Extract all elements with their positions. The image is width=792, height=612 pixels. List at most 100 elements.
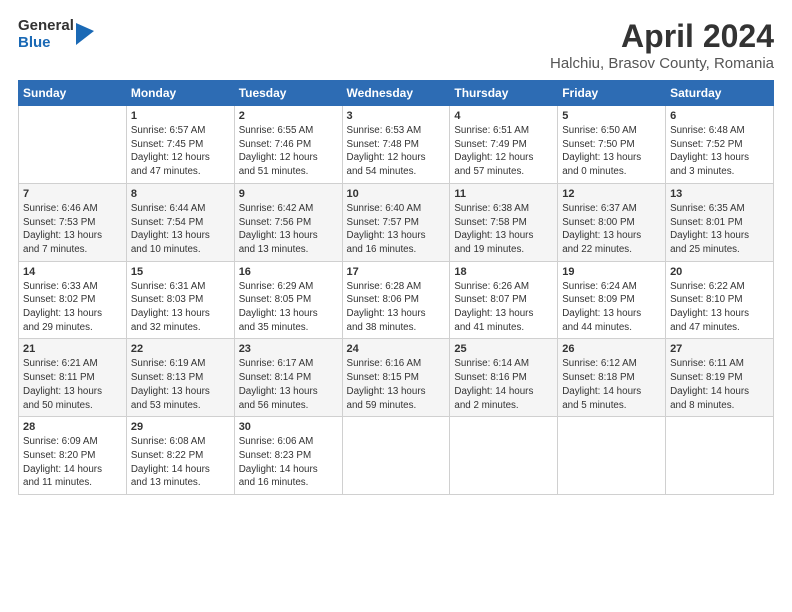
header-cell-tuesday: Tuesday — [234, 81, 342, 106]
day-number: 4 — [454, 110, 553, 122]
day-info: Sunrise: 6:11 AM Sunset: 8:19 PM Dayligh… — [670, 357, 769, 412]
calendar-cell: 26 Sunrise: 6:12 AM Sunset: 8:18 PM Dayli… — [558, 339, 666, 417]
day-number: 22 — [131, 343, 230, 355]
calendar-week-4: 21 Sunrise: 6:21 AM Sunset: 8:11 PM Dayli… — [19, 339, 774, 417]
calendar-cell: 6 Sunrise: 6:48 AM Sunset: 7:52 PM Daylig… — [666, 106, 774, 184]
header-cell-friday: Friday — [558, 81, 666, 106]
calendar-cell: 17Sunrise: 6:28 AM Sunset: 8:06 PM Dayli… — [342, 261, 450, 339]
day-info: Sunrise: 6:22 AM Sunset: 8:10 PM Dayligh… — [670, 280, 769, 335]
calendar-cell: 4 Sunrise: 6:51 AM Sunset: 7:49 PM Daylig… — [450, 106, 558, 184]
logo-text: General Blue — [18, 18, 74, 51]
day-info: Sunrise: 6:50 AM Sunset: 7:50 PM Dayligh… — [562, 124, 661, 179]
day-number: 19 — [562, 266, 661, 278]
calendar-cell — [342, 417, 450, 495]
day-info: Sunrise: 6:51 AM Sunset: 7:49 PM Dayligh… — [454, 124, 553, 179]
day-info: Sunrise: 6:19 AM Sunset: 8:13 PM Dayligh… — [131, 357, 230, 412]
day-info: Sunrise: 6:38 AM Sunset: 7:58 PM Dayligh… — [454, 202, 553, 257]
day-info: Sunrise: 6:12 AM Sunset: 8:18 PM Dayligh… — [562, 357, 661, 412]
day-number: 5 — [562, 110, 661, 122]
header-cell-monday: Monday — [126, 81, 234, 106]
day-number: 7 — [23, 188, 122, 200]
day-info: Sunrise: 6:16 AM Sunset: 8:15 PM Dayligh… — [347, 357, 446, 412]
header-cell-thursday: Thursday — [450, 81, 558, 106]
day-info: Sunrise: 6:33 AM Sunset: 8:02 PM Dayligh… — [23, 280, 122, 335]
day-info: Sunrise: 6:42 AM Sunset: 7:56 PM Dayligh… — [239, 202, 338, 257]
calendar-cell: 25 Sunrise: 6:14 AM Sunset: 8:16 PM Dayli… — [450, 339, 558, 417]
day-info: Sunrise: 6:21 AM Sunset: 8:11 PM Dayligh… — [23, 357, 122, 412]
calendar-cell: 8 Sunrise: 6:44 AM Sunset: 7:54 PM Daylig… — [126, 183, 234, 261]
day-info: Sunrise: 6:44 AM Sunset: 7:54 PM Dayligh… — [131, 202, 230, 257]
day-number: 3 — [347, 110, 446, 122]
day-number: 26 — [562, 343, 661, 355]
day-info: Sunrise: 6:08 AM Sunset: 8:22 PM Dayligh… — [131, 435, 230, 490]
day-info: Sunrise: 6:40 AM Sunset: 7:57 PM Dayligh… — [347, 202, 446, 257]
logo-line1: General — [18, 18, 74, 35]
calendar-body: 1Sunrise: 6:57 AM Sunset: 7:45 PM Daylig… — [19, 106, 774, 495]
calendar-cell: 11 Sunrise: 6:38 AM Sunset: 7:58 PM Dayli… — [450, 183, 558, 261]
day-number: 24 — [347, 343, 446, 355]
day-number: 8 — [131, 188, 230, 200]
day-number: 17 — [347, 266, 446, 278]
day-number: 6 — [670, 110, 769, 122]
day-info: Sunrise: 6:06 AM Sunset: 8:23 PM Dayligh… — [239, 435, 338, 490]
calendar-cell: 24 Sunrise: 6:16 AM Sunset: 8:15 PM Dayli… — [342, 339, 450, 417]
logo-icon — [76, 23, 94, 45]
calendar-cell — [19, 106, 127, 184]
day-number: 18 — [454, 266, 553, 278]
day-number: 23 — [239, 343, 338, 355]
day-number: 9 — [239, 188, 338, 200]
day-info: Sunrise: 6:48 AM Sunset: 7:52 PM Dayligh… — [670, 124, 769, 179]
day-number: 30 — [239, 421, 338, 433]
day-number: 12 — [562, 188, 661, 200]
day-number: 13 — [670, 188, 769, 200]
calendar-cell: 16Sunrise: 6:29 AM Sunset: 8:05 PM Dayli… — [234, 261, 342, 339]
day-info: Sunrise: 6:17 AM Sunset: 8:14 PM Dayligh… — [239, 357, 338, 412]
calendar-cell: 19 Sunrise: 6:24 AM Sunset: 8:09 PM Dayli… — [558, 261, 666, 339]
day-number: 11 — [454, 188, 553, 200]
calendar-cell: 20 Sunrise: 6:22 AM Sunset: 8:10 PM Dayli… — [666, 261, 774, 339]
day-info: Sunrise: 6:37 AM Sunset: 8:00 PM Dayligh… — [562, 202, 661, 257]
calendar-week-2: 7 Sunrise: 6:46 AM Sunset: 7:53 PM Daylig… — [19, 183, 774, 261]
header-cell-wednesday: Wednesday — [342, 81, 450, 106]
header-row: SundayMondayTuesdayWednesdayThursdayFrid… — [19, 81, 774, 106]
day-info: Sunrise: 6:24 AM Sunset: 8:09 PM Dayligh… — [562, 280, 661, 335]
calendar-cell: 9 Sunrise: 6:42 AM Sunset: 7:56 PM Daylig… — [234, 183, 342, 261]
day-number: 2 — [239, 110, 338, 122]
day-info: Sunrise: 6:55 AM Sunset: 7:46 PM Dayligh… — [239, 124, 338, 179]
day-number: 27 — [670, 343, 769, 355]
day-number: 25 — [454, 343, 553, 355]
day-info: Sunrise: 6:57 AM Sunset: 7:45 PM Dayligh… — [131, 124, 230, 179]
page-header: General Blue April 2024 Halchiu, Brasov … — [18, 18, 774, 72]
page-subtitle: Halchiu, Brasov County, Romania — [550, 55, 774, 72]
calendar-week-1: 1Sunrise: 6:57 AM Sunset: 7:45 PM Daylig… — [19, 106, 774, 184]
calendar-cell: 7 Sunrise: 6:46 AM Sunset: 7:53 PM Daylig… — [19, 183, 127, 261]
day-number: 29 — [131, 421, 230, 433]
calendar-cell: 28Sunrise: 6:09 AM Sunset: 8:20 PM Dayli… — [19, 417, 127, 495]
calendar-week-5: 28Sunrise: 6:09 AM Sunset: 8:20 PM Dayli… — [19, 417, 774, 495]
day-info: Sunrise: 6:31 AM Sunset: 8:03 PM Dayligh… — [131, 280, 230, 335]
title-block: April 2024 Halchiu, Brasov County, Roman… — [550, 18, 774, 72]
calendar-cell — [666, 417, 774, 495]
calendar-cell: 2 Sunrise: 6:55 AM Sunset: 7:46 PM Daylig… — [234, 106, 342, 184]
calendar-week-3: 14 Sunrise: 6:33 AM Sunset: 8:02 PM Dayli… — [19, 261, 774, 339]
day-number: 14 — [23, 266, 122, 278]
logo: General Blue — [18, 18, 94, 51]
day-info: Sunrise: 6:14 AM Sunset: 8:16 PM Dayligh… — [454, 357, 553, 412]
calendar-cell: 15Sunrise: 6:31 AM Sunset: 8:03 PM Dayli… — [126, 261, 234, 339]
calendar-cell: 1Sunrise: 6:57 AM Sunset: 7:45 PM Daylig… — [126, 106, 234, 184]
calendar-cell: 13 Sunrise: 6:35 AM Sunset: 8:01 PM Dayli… — [666, 183, 774, 261]
calendar-table: SundayMondayTuesdayWednesdayThursdayFrid… — [18, 80, 774, 495]
day-info: Sunrise: 6:35 AM Sunset: 8:01 PM Dayligh… — [670, 202, 769, 257]
day-number: 20 — [670, 266, 769, 278]
day-number: 21 — [23, 343, 122, 355]
calendar-cell: 14 Sunrise: 6:33 AM Sunset: 8:02 PM Dayli… — [19, 261, 127, 339]
day-info: Sunrise: 6:46 AM Sunset: 7:53 PM Dayligh… — [23, 202, 122, 257]
header-cell-saturday: Saturday — [666, 81, 774, 106]
logo-line2: Blue — [18, 35, 74, 52]
calendar-cell — [450, 417, 558, 495]
calendar-cell: 29 Sunrise: 6:08 AM Sunset: 8:22 PM Dayli… — [126, 417, 234, 495]
calendar-cell: 22 Sunrise: 6:19 AM Sunset: 8:13 PM Dayli… — [126, 339, 234, 417]
calendar-cell: 5 Sunrise: 6:50 AM Sunset: 7:50 PM Daylig… — [558, 106, 666, 184]
calendar-cell: 12 Sunrise: 6:37 AM Sunset: 8:00 PM Dayli… — [558, 183, 666, 261]
day-info: Sunrise: 6:53 AM Sunset: 7:48 PM Dayligh… — [347, 124, 446, 179]
